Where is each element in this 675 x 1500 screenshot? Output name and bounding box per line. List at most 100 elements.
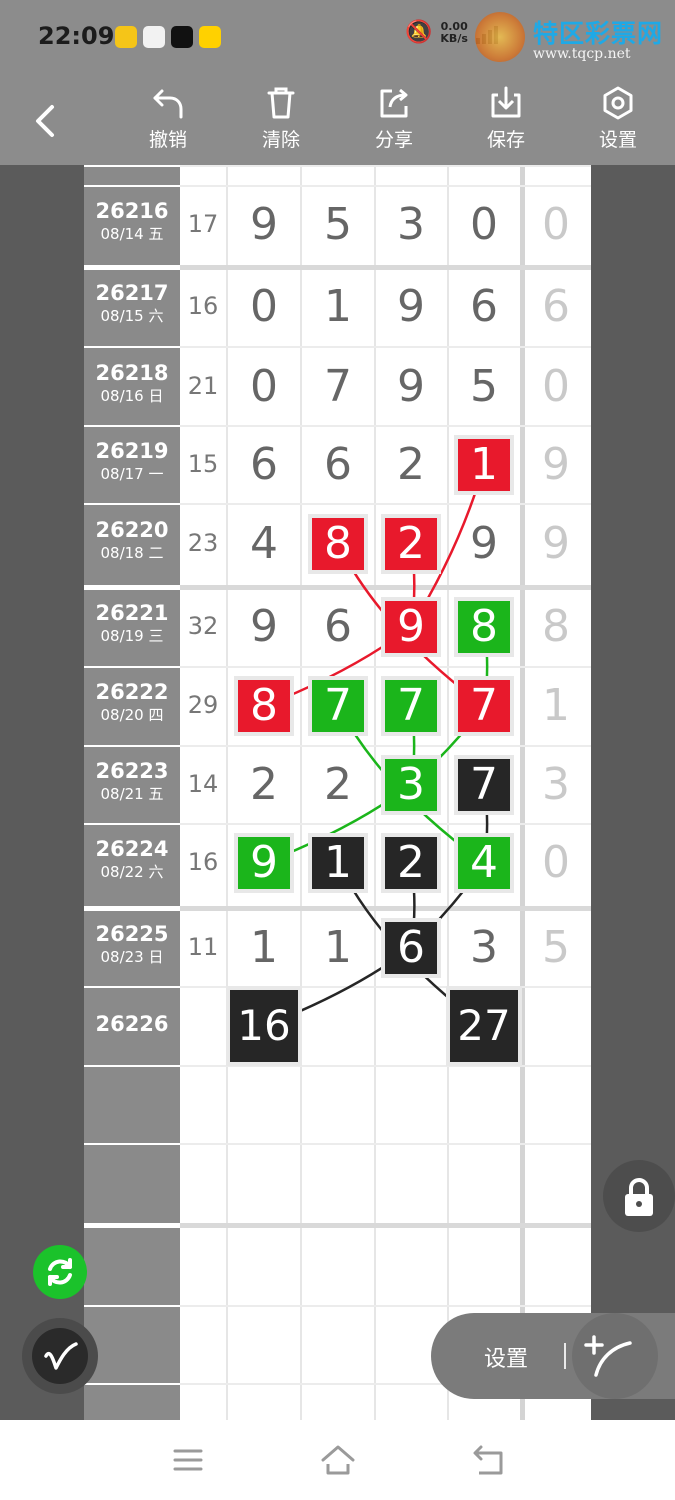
- period-label[interactable]: 26224 08/22 六: [84, 837, 180, 882]
- extra-digit: 0: [542, 199, 570, 250]
- sum-value: 14: [187, 770, 219, 798]
- period-label[interactable]: 26223 08/21 五: [84, 759, 180, 804]
- sum-value: 32: [187, 612, 219, 640]
- period-id: 26222: [95, 680, 169, 704]
- watermark-title: 特区彩票网: [533, 19, 664, 48]
- extra-digit: 0: [542, 361, 570, 412]
- marked-digit[interactable]: 8: [458, 601, 510, 653]
- digit-cell[interactable]: 9: [458, 518, 510, 570]
- home-nav-button[interactable]: [320, 1442, 356, 1478]
- digit-cell[interactable]: 9: [238, 199, 290, 251]
- marked-digit[interactable]: 1: [458, 439, 510, 491]
- digit-cell[interactable]: 5: [458, 361, 510, 413]
- marked-digit[interactable]: 6: [385, 922, 437, 974]
- marked-digit[interactable]: 16: [230, 990, 298, 1062]
- settings-button[interactable]: 设置: [578, 85, 658, 152]
- digit-cell[interactable]: 9: [238, 601, 290, 653]
- watermark-url: www.tqcp.net: [533, 46, 631, 62]
- undo-label: 撤销: [148, 129, 187, 151]
- period-label[interactable]: 26225 08/23 日: [84, 922, 180, 967]
- undo-button[interactable]: 撤销: [128, 85, 208, 152]
- marked-digit[interactable]: 4: [458, 837, 510, 889]
- period-id: 26224: [95, 837, 169, 861]
- add-curve-button[interactable]: [572, 1313, 658, 1399]
- marked-digit[interactable]: 3: [385, 759, 437, 811]
- marked-digit[interactable]: 8: [238, 680, 290, 732]
- digit-cell[interactable]: 2: [312, 759, 364, 811]
- digit-cell[interactable]: 0: [238, 281, 290, 333]
- watermark: 特区彩票网 www.tqcp.net: [475, 12, 665, 67]
- period-id: 26219: [95, 439, 169, 463]
- period-date: 08/23 日: [100, 948, 164, 966]
- back-nav-button[interactable]: [470, 1442, 506, 1478]
- marked-digit[interactable]: 2: [385, 837, 437, 889]
- pen-button[interactable]: [22, 1318, 98, 1394]
- period-label[interactable]: 26220 08/18 二: [84, 518, 180, 563]
- digit-cell[interactable]: 5: [312, 199, 364, 251]
- digit-cell[interactable]: 2: [238, 759, 290, 811]
- period-id: 26218: [95, 361, 169, 385]
- period-date: 08/19 三: [100, 627, 164, 645]
- menu-nav-button[interactable]: [170, 1442, 206, 1478]
- digit-cell[interactable]: 7: [312, 361, 364, 413]
- marked-digit[interactable]: 8: [312, 518, 364, 570]
- digit-cell[interactable]: 6: [238, 439, 290, 491]
- pill-settings-button[interactable]: 设置: [484, 1341, 528, 1373]
- digit-cell[interactable]: 1: [312, 281, 364, 333]
- digit-cell[interactable]: 3: [385, 199, 437, 251]
- digit-cell[interactable]: 4: [238, 518, 290, 570]
- sum-value: 11: [187, 933, 219, 961]
- extra-digit: 9: [542, 518, 570, 569]
- marked-digit[interactable]: 1: [312, 837, 364, 889]
- trend-chart[interactable]: 26216 08/14 五 17 9 5 3 0 0 26217 08/15 六 16 0 1 9 6 6 26…: [84, 165, 591, 1420]
- meituan-notification-icon: [199, 26, 221, 48]
- digit-cell[interactable]: 0: [238, 361, 290, 413]
- period-label[interactable]: 26226: [84, 1012, 180, 1036]
- period-label[interactable]: 26221 08/19 三: [84, 601, 180, 646]
- save-label: 保存: [486, 129, 525, 151]
- digit-cell[interactable]: 9: [385, 281, 437, 333]
- digit-cell[interactable]: 2: [385, 439, 437, 491]
- period-label[interactable]: 26217 08/15 六: [84, 281, 180, 326]
- share-button[interactable]: 分享: [354, 85, 434, 152]
- marked-digit[interactable]: 27: [450, 990, 518, 1062]
- lock-button[interactable]: [603, 1160, 675, 1232]
- marked-digit[interactable]: 2: [385, 518, 437, 570]
- extra-digit: 5: [542, 922, 570, 973]
- digit-cell[interactable]: 1: [312, 922, 364, 974]
- period-date: 08/16 日: [100, 387, 164, 405]
- app-notification-icon: [115, 26, 137, 48]
- digit-cell[interactable]: 6: [458, 281, 510, 333]
- marked-digit[interactable]: 7: [385, 680, 437, 732]
- period-label[interactable]: 26219 08/17 一: [84, 439, 180, 484]
- marked-digit[interactable]: 7: [458, 759, 510, 811]
- marked-digit[interactable]: 9: [238, 837, 290, 889]
- period-label[interactable]: 26222 08/20 四: [84, 680, 180, 725]
- period-label[interactable]: 26216 08/14 五: [84, 199, 180, 244]
- digit-cell[interactable]: 6: [312, 439, 364, 491]
- back-button[interactable]: [30, 101, 60, 141]
- clear-button[interactable]: 清除: [241, 85, 321, 152]
- extra-digit: 0: [542, 837, 570, 888]
- system-nav-bar: [0, 1420, 675, 1500]
- period-id: 26220: [95, 518, 169, 542]
- return-icon: [473, 1445, 503, 1475]
- marked-digit[interactable]: 9: [385, 601, 437, 653]
- digit-cell[interactable]: 3: [458, 922, 510, 974]
- period-date: 08/20 四: [100, 706, 164, 724]
- digit-cell[interactable]: 0: [458, 199, 510, 251]
- marked-digit[interactable]: 7: [458, 680, 510, 732]
- period-label[interactable]: 26218 08/16 日: [84, 361, 180, 406]
- refresh-button[interactable]: [33, 1245, 87, 1299]
- bottom-settings-pill: 设置: [431, 1313, 675, 1399]
- marked-digit[interactable]: 7: [312, 680, 364, 732]
- share-label: 分享: [374, 129, 413, 151]
- save-button[interactable]: 保存: [466, 85, 546, 152]
- digit-cell[interactable]: 1: [238, 922, 290, 974]
- tiktok-notification-icon: [171, 26, 193, 48]
- digit-cell[interactable]: 6: [312, 601, 364, 653]
- status-bar: 22:09 🔕 0.00 KB/s 特区彩票网 www.tqcp.net: [0, 0, 675, 75]
- sum-value: 17: [187, 210, 219, 238]
- sum-value: 29: [187, 691, 219, 719]
- digit-cell[interactable]: 9: [385, 361, 437, 413]
